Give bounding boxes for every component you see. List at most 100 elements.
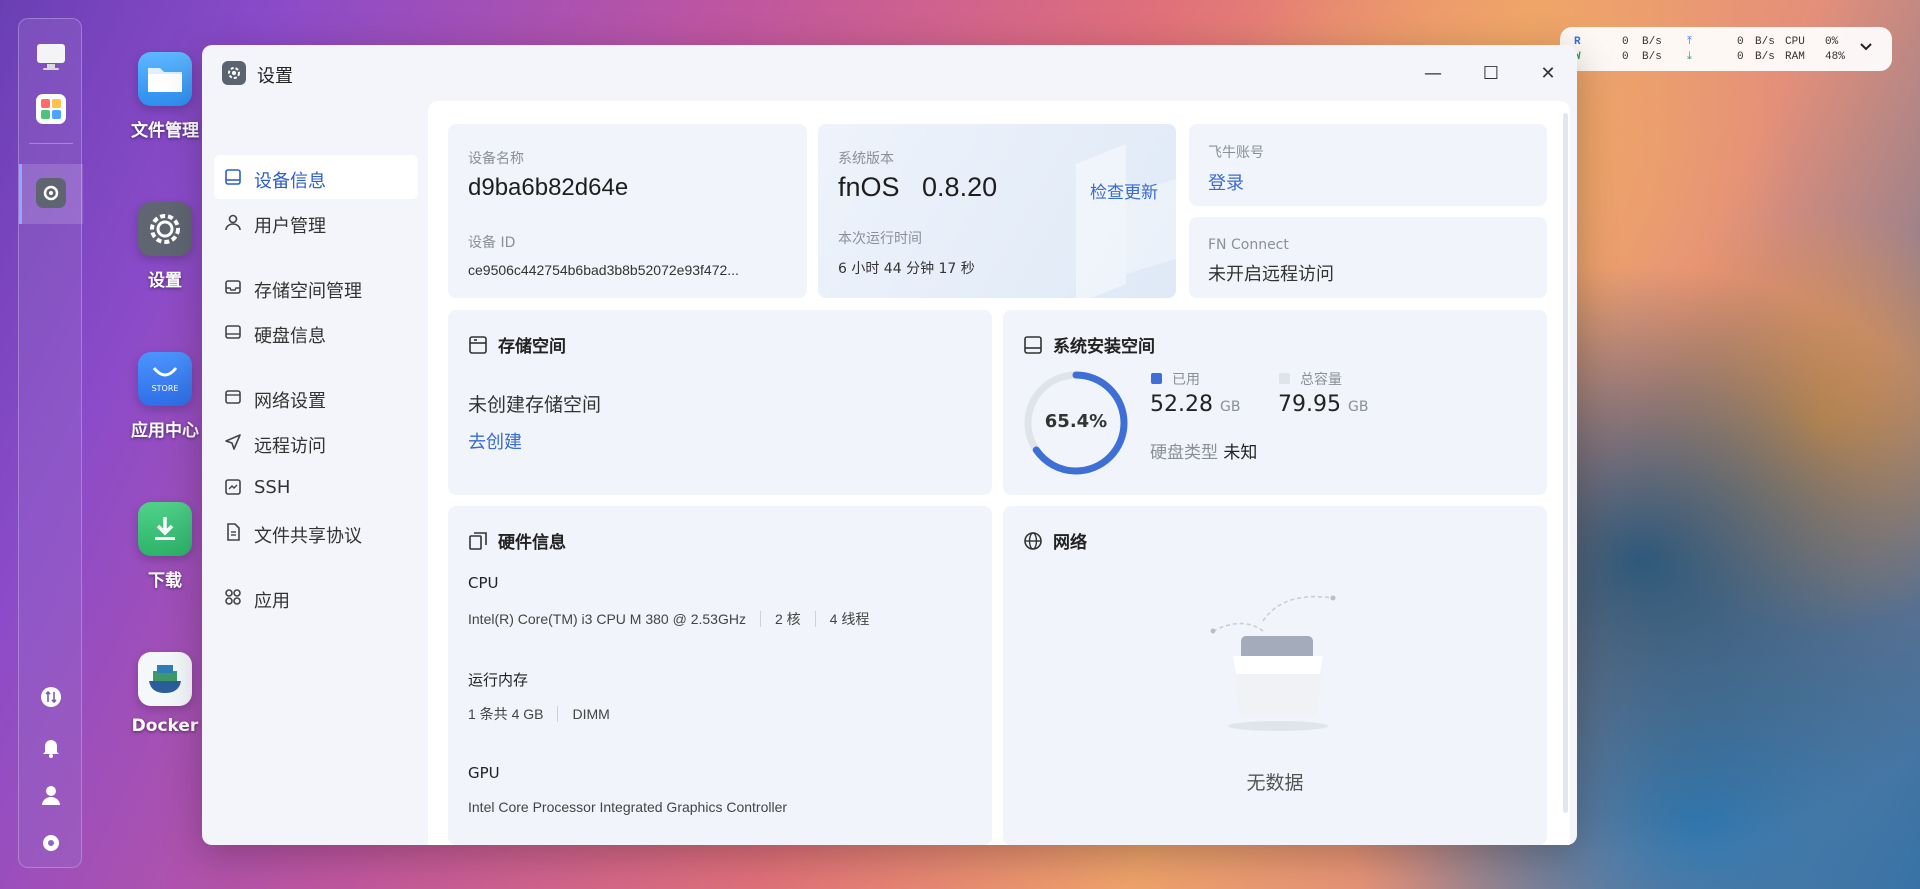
fnos-watermark-icon: [1076, 144, 1176, 298]
system-version: fnOS 0.8.20: [838, 172, 998, 202]
window-title: 设置: [257, 66, 293, 87]
sidebar-item-label: 设备信息: [254, 171, 326, 192]
user-icon: [225, 214, 241, 231]
total-unit: GB: [1347, 399, 1369, 415]
store-tile-text: STORE: [151, 383, 179, 393]
sidebar-item-label: 硬盘信息: [254, 326, 326, 347]
monitor-icon[interactable]: [35, 41, 67, 73]
sidebar-item-ssh[interactable]: SSH: [214, 465, 418, 509]
used-value: 52.28: [1150, 392, 1213, 417]
sidebar-item-label: 网络设置: [254, 391, 326, 412]
login-link[interactable]: 登录: [1208, 169, 1244, 195]
close-button[interactable]: ✕: [1533, 59, 1563, 87]
maximize-button[interactable]: ☐: [1476, 59, 1506, 87]
account-label: 飞牛账号: [1208, 145, 1264, 161]
title-bar[interactable]: 设置 — ☐ ✕: [202, 45, 1577, 101]
sidebar-item-device-info[interactable]: 设备信息: [214, 155, 418, 199]
monitor-row-read: R 0 B/s ⤒ 0 B/s CPU 0%: [1574, 36, 1876, 50]
storage-empty-text: 未创建存储空间: [468, 394, 602, 416]
fn-connect-label: FN Connect: [1208, 237, 1289, 253]
chevron-down-icon[interactable]: [1858, 39, 1874, 59]
used-legend-swatch: [1151, 373, 1162, 384]
desktop-icon-app-center[interactable]: STORE 应用中心: [125, 352, 205, 441]
file-share-icon: [227, 523, 240, 541]
desktop-icon-settings[interactable]: 设置: [125, 202, 205, 291]
ssh-icon: [225, 479, 241, 495]
read-rate: 0: [1622, 36, 1629, 48]
storage-icon: [469, 335, 487, 354]
ram-value: 48%: [1825, 51, 1845, 63]
settings-gear-icon: [138, 202, 192, 256]
device-card: 设备名称 d9ba6b82d64e 设备 ID ce9506c442754b6b…: [448, 124, 807, 298]
check-update-link[interactable]: 检查更新: [1090, 178, 1158, 203]
memory-summary: 1 条共 4 GB: [468, 706, 544, 722]
desktop-icon-download[interactable]: 下载: [125, 502, 205, 591]
uptime-label: 本次运行时间: [838, 231, 922, 247]
disk-type: 硬盘类型 未知: [1150, 438, 1257, 463]
disk-type-value: 未知: [1223, 443, 1258, 463]
used-amount: 52.28 GB: [1150, 392, 1240, 417]
ram-label: RAM: [1785, 51, 1805, 63]
sync-icon[interactable]: [35, 681, 67, 713]
bell-icon[interactable]: [35, 731, 67, 763]
create-storage-link[interactable]: 去创建: [468, 428, 522, 454]
upload-unit: B/s: [1755, 36, 1775, 48]
uptime-value: 6 小时 44 分钟 17 秒: [838, 261, 975, 277]
sidebar-item-file-sharing[interactable]: 文件共享协议: [214, 510, 418, 554]
usage-percent: 65.4%: [1044, 411, 1108, 432]
network-empty-text: 无数据: [1246, 772, 1304, 794]
hardware-icon: [469, 531, 487, 550]
folder-icon: [138, 52, 192, 106]
settings-window: 设置 — ☐ ✕ 设备信息 用户管理 存储空间管理 硬盘信息 网络设置 远程访问: [202, 45, 1577, 845]
download-icon: [138, 502, 192, 556]
sidebar-item-label: 远程访问: [254, 436, 326, 457]
sidebar-item-remote-access[interactable]: 远程访问: [214, 420, 418, 464]
sidebar-item-network-settings[interactable]: 网络设置: [214, 375, 418, 419]
app-grid-icon[interactable]: [35, 93, 67, 125]
content-scrollbar[interactable]: [1563, 113, 1568, 813]
fn-connect-status: 未开启远程访问: [1208, 264, 1334, 285]
sidebar-item-storage-management[interactable]: 存储空间管理: [214, 265, 418, 309]
system-space-card-title: 系统安装空间: [1023, 332, 1155, 357]
upload-arrow-icon: ⤒: [1687, 36, 1692, 48]
total-amount: 79.95 GB: [1278, 392, 1368, 417]
memory-section-label: 运行内存: [468, 671, 529, 689]
sidebar-item-user-management[interactable]: 用户管理: [214, 200, 418, 244]
network-icon: [225, 390, 241, 404]
used-unit: GB: [1219, 399, 1241, 415]
desktop-icon-file-manager[interactable]: 文件管理: [125, 52, 205, 141]
settings-dock-icon[interactable]: [35, 177, 67, 209]
divider: [557, 706, 559, 722]
device-icon: [225, 169, 241, 185]
network-title: 网络: [1053, 533, 1087, 553]
cpu-threads: 4 线程: [829, 611, 870, 627]
gear-icon[interactable]: [35, 827, 67, 859]
storage-title: 存储空间: [498, 337, 566, 357]
monitor-row-write: W 0 B/s ⤓ 0 B/s RAM 48%: [1574, 51, 1876, 65]
cpu-model: Intel(R) Core(TM) i3 CPU M 380 @ 2.53GHz: [468, 611, 746, 627]
disk-type-label: 硬盘类型: [1150, 443, 1218, 463]
dock: [18, 18, 83, 868]
hardware-title: 硬件信息: [498, 533, 566, 553]
system-space-card: 系统安装空间 65.4% 已用 52.28 GB 总容量 79.95 GB 硬盘…: [1003, 310, 1547, 495]
sidebar-item-disk-info[interactable]: 硬盘信息: [214, 310, 418, 354]
user-account-icon[interactable]: [35, 779, 67, 811]
system-space-title: 系统安装空间: [1053, 337, 1155, 357]
network-card-title: 网络: [1023, 528, 1087, 553]
total-legend-swatch: [1279, 373, 1290, 384]
remote-icon: [225, 434, 241, 450]
hardware-card: 硬件信息 CPU Intel(R) Core(TM) i3 CPU M 380 …: [448, 506, 992, 845]
device-id-label: 设备 ID: [468, 235, 516, 251]
settings-title-icon: [222, 61, 246, 85]
read-unit: B/s: [1642, 36, 1662, 48]
minimize-button[interactable]: —: [1418, 59, 1448, 87]
sidebar-item-label: 用户管理: [254, 216, 326, 237]
gpu-model: Intel Core Processor Integrated Graphics…: [468, 799, 788, 815]
sidebar-item-label: 应用: [254, 591, 290, 612]
desktop-icon-docker[interactable]: Docker: [125, 652, 205, 736]
sidebar-item-apps[interactable]: 应用: [214, 575, 418, 619]
cpu-info-row: Intel(R) Core(TM) i3 CPU M 380 @ 2.53GHz…: [468, 609, 869, 629]
divider: [814, 611, 816, 627]
sidebar-item-label: 存储空间管理: [254, 281, 362, 302]
store-icon: STORE: [138, 352, 192, 406]
